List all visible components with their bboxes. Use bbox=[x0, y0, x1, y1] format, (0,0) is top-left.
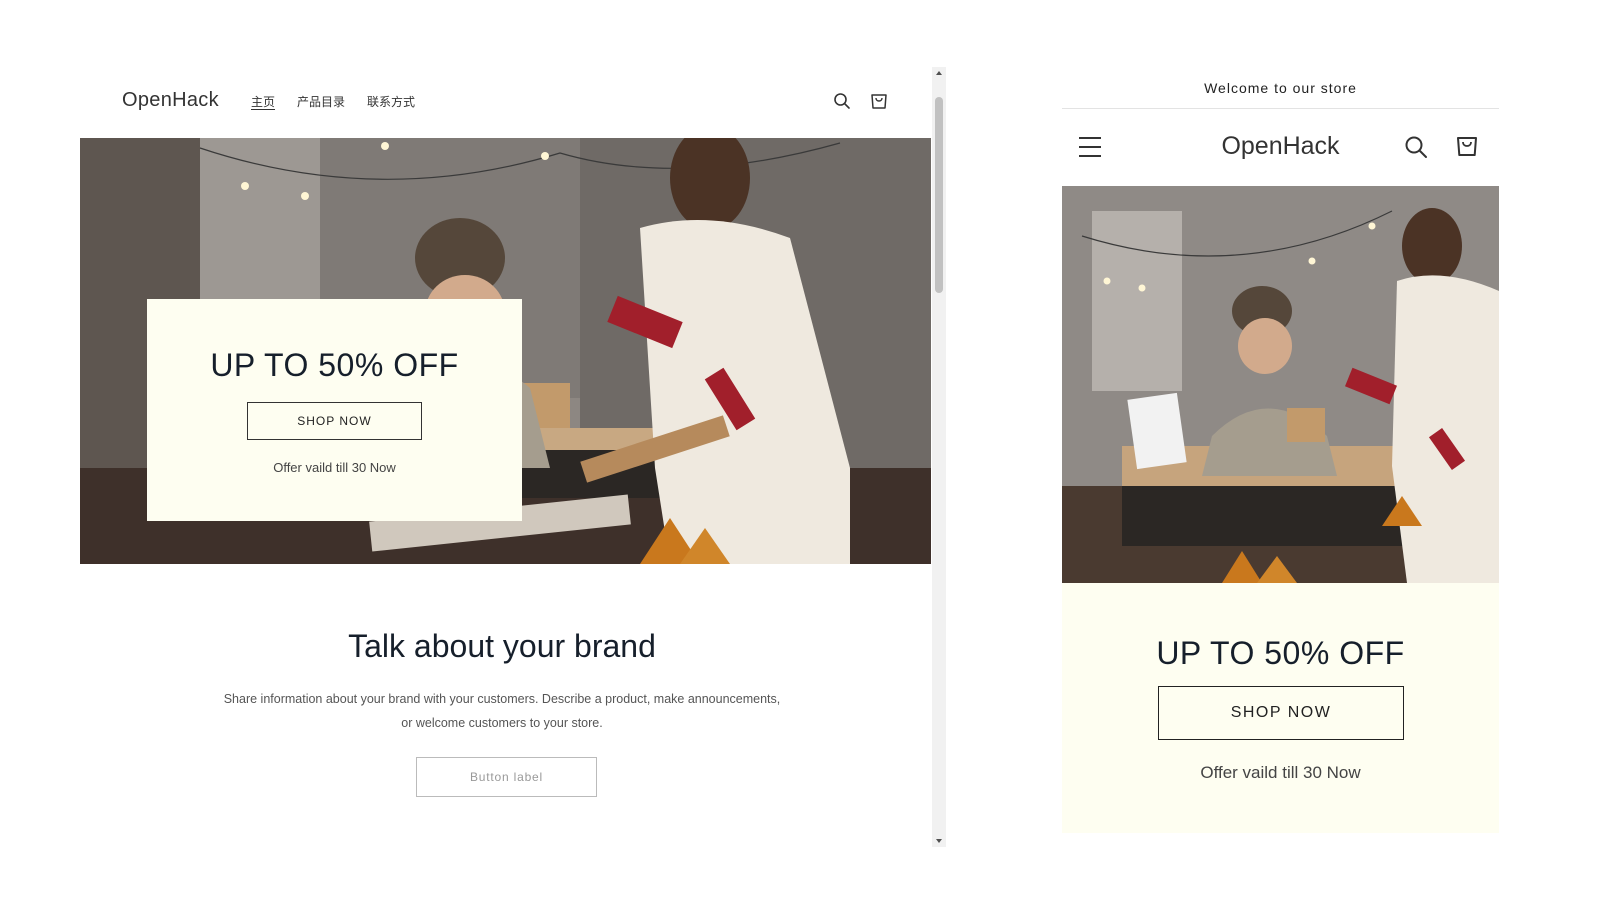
cart-icon[interactable] bbox=[1454, 133, 1480, 159]
mobile-shop-now-button[interactable]: SHOP NOW bbox=[1158, 686, 1404, 740]
vertical-scrollbar[interactable] bbox=[932, 67, 946, 847]
shop-now-button[interactable]: SHOP NOW bbox=[247, 402, 422, 440]
offer-text: Offer vaild till 30 Now bbox=[273, 460, 396, 475]
scrollbar-thumb[interactable] bbox=[935, 97, 943, 293]
mobile-promo-title: UP TO 50% OFF bbox=[1156, 635, 1405, 671]
mobile-store-logo[interactable]: OpenHack bbox=[1062, 132, 1499, 161]
promo-title: UP TO 50% OFF bbox=[210, 347, 459, 383]
brand-description-line-2: or welcome customers to your store. bbox=[401, 716, 603, 730]
desktop-preview: OpenHack 主页 产品目录 联系方式 UP TO 50% OFF SHOP… bbox=[80, 67, 938, 847]
mobile-hero-photo bbox=[1062, 186, 1499, 583]
brand-cta-button[interactable]: Button label bbox=[416, 757, 597, 797]
desktop-header: OpenHack 主页 产品目录 联系方式 bbox=[80, 67, 924, 138]
nav-item-catalog[interactable]: 产品目录 bbox=[297, 93, 345, 110]
scroll-up-arrow-icon[interactable] bbox=[936, 71, 942, 75]
mobile-offer-text: Offer vaild till 30 Now bbox=[1200, 763, 1361, 782]
mobile-preview: Welcome to our store OpenHack UP TO 50% … bbox=[1062, 67, 1499, 837]
nav-item-home[interactable]: 主页 bbox=[251, 93, 275, 110]
scroll-down-arrow-icon[interactable] bbox=[936, 839, 942, 843]
main-nav: 主页 产品目录 联系方式 bbox=[251, 93, 415, 110]
search-icon[interactable] bbox=[1404, 135, 1428, 159]
mobile-promo-card: UP TO 50% OFF SHOP NOW Offer vaild till … bbox=[1062, 583, 1499, 833]
promo-card: UP TO 50% OFF SHOP NOW Offer vaild till … bbox=[147, 299, 522, 521]
announcement-bar: Welcome to our store bbox=[1062, 67, 1499, 109]
hamburger-menu-icon[interactable] bbox=[1079, 137, 1103, 159]
search-icon[interactable] bbox=[833, 92, 851, 110]
cart-icon[interactable] bbox=[869, 91, 889, 111]
mobile-hero-image bbox=[1062, 186, 1499, 583]
brand-description: Share information about your brand with … bbox=[180, 687, 824, 735]
hero-banner-image: UP TO 50% OFF SHOP NOW Offer vaild till … bbox=[80, 138, 931, 564]
brand-heading: Talk about your brand bbox=[348, 628, 656, 664]
brand-description-line-1: Share information about your brand with … bbox=[223, 692, 781, 706]
nav-item-contact[interactable]: 联系方式 bbox=[367, 93, 415, 110]
store-logo[interactable]: OpenHack bbox=[122, 89, 219, 112]
